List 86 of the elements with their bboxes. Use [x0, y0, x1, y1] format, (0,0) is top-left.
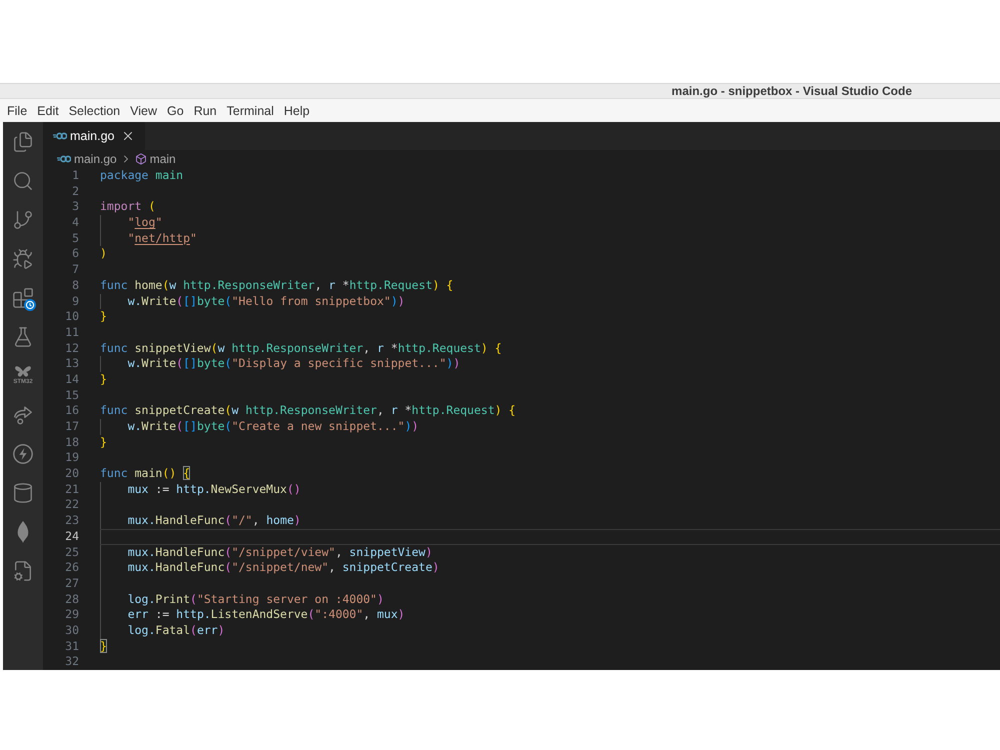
code-line: } — [100, 372, 107, 388]
code-line: err := http.ListenAndServe(":4000", mux) — [128, 607, 405, 623]
lightning-icon — [12, 442, 34, 464]
code-line: mux.HandleFunc("/snippet/view", snippetView) — [128, 544, 432, 560]
line-number: 15 — [64, 388, 79, 404]
go-file-icon — [53, 132, 67, 140]
breadcrumb-item[interactable]: main.go — [57, 151, 117, 167]
line-number: 10 — [64, 309, 79, 325]
cylinder-icon — [12, 482, 34, 504]
line-number: 30 — [64, 622, 79, 639]
code-line: "log" — [128, 215, 162, 231]
menu-item[interactable]: Terminal — [222, 100, 279, 120]
code-line: mux.HandleFunc("/", home) — [128, 513, 301, 529]
code-line: mux := http.NewServeMux() — [128, 482, 301, 498]
blocks-icon — [12, 286, 34, 308]
line-number: 29 — [64, 607, 79, 623]
go-file-icon — [57, 155, 71, 163]
editor-tab[interactable]: main.go — [43, 122, 145, 150]
menu-item[interactable]: View — [125, 100, 162, 120]
cube-icon — [134, 153, 147, 165]
menu-item[interactable]: Edit — [32, 100, 64, 120]
menu-item[interactable]: Run — [188, 100, 222, 120]
line-number: 28 — [64, 592, 79, 608]
line-number: 18 — [64, 434, 79, 450]
line-number: 5 — [71, 230, 79, 246]
line-number: 7 — [71, 262, 79, 278]
code-line: mux.HandleFunc("/snippet/new", snippetCreate) — [128, 560, 440, 576]
import-path-link[interactable]: log — [134, 215, 156, 230]
search-icon — [12, 170, 34, 192]
code-line: func main() { — [100, 466, 190, 482]
close-tab-button[interactable] — [121, 129, 135, 143]
line-number: 3 — [71, 199, 79, 216]
code-line: log.Print("Starting server on :4000") — [128, 592, 384, 608]
curved-arrow-icon — [12, 404, 34, 426]
code-line: func snippetCreate(w http.ResponseWriter, r *http.Request) { — [100, 403, 516, 419]
line-number: 2 — [71, 184, 79, 200]
code-line: } — [100, 434, 107, 450]
code-line: log.Fatal(err) — [128, 622, 225, 639]
line-number: 32 — [64, 654, 79, 670]
line-number: 4 — [71, 215, 79, 231]
line-number: 8 — [71, 278, 79, 294]
line-number: 6 — [71, 246, 79, 262]
branch-icon — [12, 208, 34, 230]
line-number: 13 — [64, 356, 79, 372]
code-line: w.Write([]byte("Create a new snippet...")) — [128, 419, 419, 435]
code-line: import ( — [100, 199, 156, 216]
line-number: 31 — [64, 638, 79, 654]
line-number: 22 — [64, 497, 79, 514]
bug-play-icon — [12, 248, 34, 270]
window-title: main.go - snippetbox - Visual Studio Code — [672, 84, 912, 98]
line-number: 20 — [64, 466, 79, 482]
files-icon — [12, 130, 34, 152]
line-number: 12 — [64, 340, 79, 356]
line-number: 26 — [64, 560, 79, 576]
line-number: 27 — [64, 576, 79, 592]
code-line: ) — [100, 246, 107, 262]
line-number: 1 — [71, 168, 79, 184]
line-number: 19 — [64, 450, 79, 466]
line-number: 24 — [64, 528, 79, 544]
line-number: 9 — [71, 294, 79, 310]
code-line: } — [100, 309, 107, 325]
menu-item[interactable]: Selection — [64, 100, 126, 120]
line-number: 25 — [64, 544, 79, 560]
butterfly-icon — [14, 365, 32, 379]
code-line: package main — [100, 168, 184, 184]
menu-item[interactable]: Help — [278, 100, 315, 120]
import-path-link[interactable]: net/http — [134, 230, 190, 245]
line-number: 16 — [64, 403, 79, 419]
line-number: 23 — [64, 513, 79, 529]
code-line: func snippetView(w http.ResponseWriter, r *http.Request) { — [100, 340, 502, 356]
file-gear-icon — [12, 560, 34, 582]
menu-item[interactable]: File — [2, 100, 32, 120]
line-number: 11 — [64, 324, 79, 341]
close-icon — [121, 129, 135, 143]
code-line: func home(w http.ResponseWriter, r *http.Request) { — [100, 278, 454, 294]
code-line: w.Write([]byte("Display a specific snippet...")) — [128, 356, 460, 372]
leaf-icon — [17, 520, 29, 542]
line-number: 14 — [64, 372, 79, 388]
menu-item[interactable]: Go — [162, 100, 189, 120]
flask-icon — [12, 326, 34, 348]
line-number: 17 — [64, 419, 79, 435]
clock-badge-icon — [24, 299, 36, 311]
code-line: w.Write([]byte("Hello from snippetbox")) — [128, 294, 405, 310]
code-line: "net/http" — [128, 230, 197, 246]
breadcrumb-item[interactable]: main — [134, 151, 176, 167]
line-number: 21 — [64, 482, 79, 498]
